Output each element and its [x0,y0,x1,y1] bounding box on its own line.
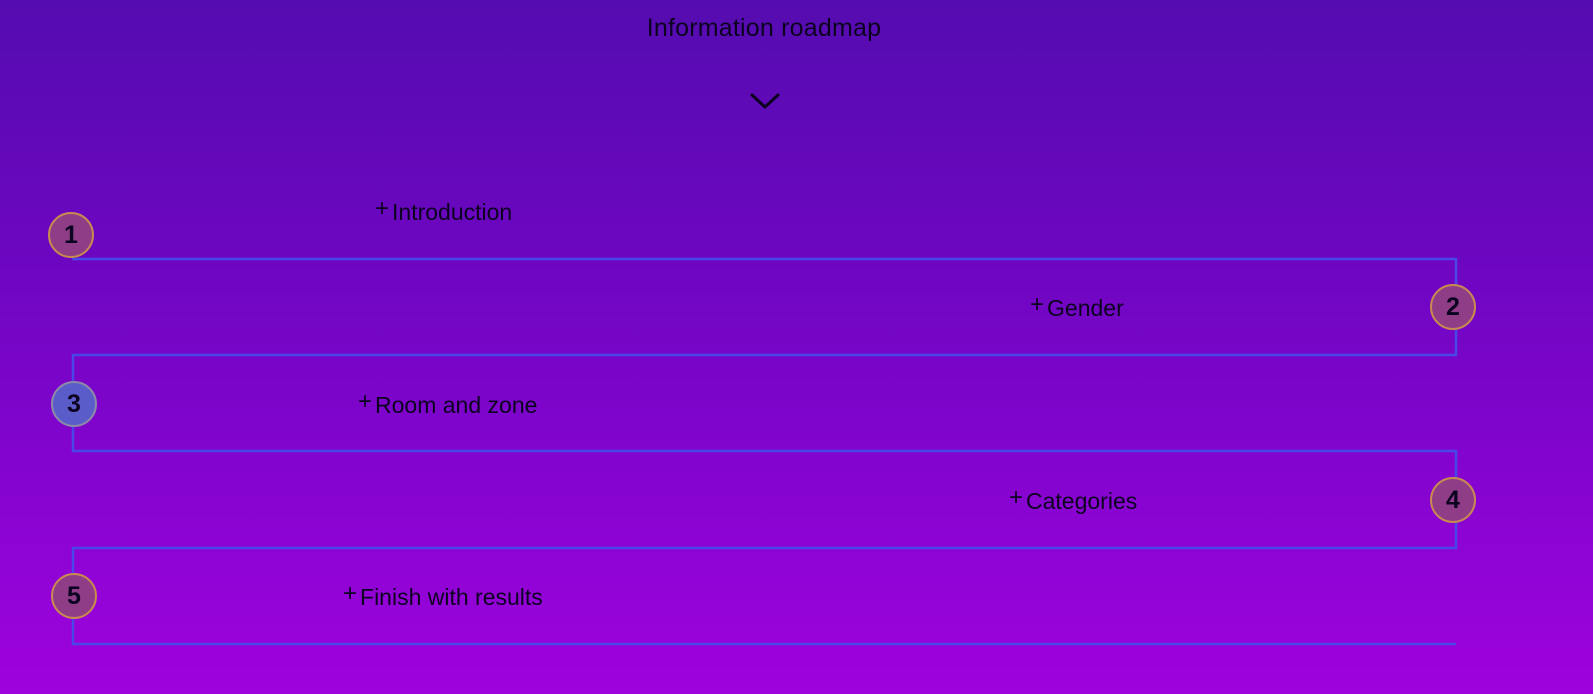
plus-icon: + [1030,291,1045,318]
step-label-text: Finish with results [360,583,543,610]
plus-icon: + [358,388,373,415]
page-title: Information roadmap [646,14,882,42]
step-2-gender[interactable]: + Gender [1030,291,1124,322]
step-4-number: 4 [1430,477,1476,523]
chevron-down-icon[interactable] [748,90,782,112]
step-label-text: Gender [1047,294,1124,321]
step-label-text: Introduction [392,198,513,225]
plus-icon: + [343,580,358,607]
step-3-number: 3 [51,381,97,427]
step-5-number: 5 [51,573,97,619]
step-1-introduction[interactable]: + Introduction [375,195,513,226]
roadmap-path [71,257,1458,646]
step-3-room-and-zone[interactable]: + Room and zone [358,388,538,419]
plus-icon: + [1009,484,1024,511]
step-label-text: Categories [1026,487,1138,514]
step-5-finish-with-results[interactable]: + Finish with results [343,580,543,611]
roadmap-path-line [71,257,1458,646]
plus-icon: + [375,195,390,222]
step-4-categories[interactable]: + Categories [1009,484,1138,515]
step-1-number: 1 [48,212,94,258]
step-label-text: Room and zone [375,391,538,418]
step-2-number: 2 [1430,284,1476,330]
